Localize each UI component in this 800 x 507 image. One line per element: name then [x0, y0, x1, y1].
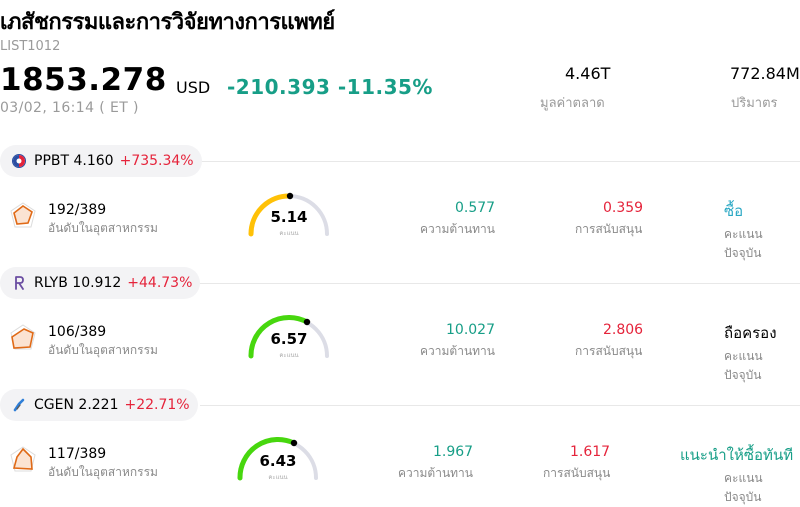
rank-radar-icon [10, 446, 36, 472]
resistance-value: 0.577 [455, 200, 496, 216]
rank-radar-icon [10, 202, 36, 228]
rank-radar-icon [10, 324, 36, 350]
market-cap-value: 4.46T [565, 64, 611, 83]
page-title: เภสัชกรรมและการวิจัยทางการแพทย์ [0, 10, 335, 35]
cgen-logo-icon [10, 396, 28, 414]
recommendation-value: แนะนำให้ซื้อทันที [680, 446, 794, 464]
score-label: คะแนน [279, 230, 299, 237]
rank-value: 117/389 [48, 446, 107, 462]
score-value: 6.57 [270, 330, 308, 348]
support-label: การสนับสนุน [575, 222, 643, 236]
support-value: 2.806 [603, 322, 644, 338]
stock-pill-cgen[interactable]: CGEN 2.221 +22.71% [0, 389, 198, 421]
index-change: -210.393 -11.35% [227, 75, 433, 99]
resistance-value: 10.027 [446, 322, 495, 338]
volume-value: 772.84M [730, 64, 800, 83]
support-label: การสนับสนุน [543, 466, 611, 480]
stock-pill-rlyb[interactable]: RLYB 10.912 +44.73% [0, 267, 201, 299]
currency-label: USD [176, 78, 211, 97]
ticker-label: PPBT 4.160 [34, 153, 114, 169]
rank-value: 106/389 [48, 324, 107, 340]
resistance-label: ความต้านทาน [398, 466, 473, 480]
resistance-label: ความต้านทาน [420, 222, 495, 236]
ppbt-logo-icon [10, 152, 28, 170]
rank-label: อันดับในอุตสาหกรรม [48, 343, 158, 357]
row-divider [200, 283, 800, 284]
score-label: คะแนน [279, 352, 299, 359]
recommendation-label: คะแนนปัจจุบัน [724, 471, 763, 504]
index-price: 1853.278 [0, 62, 167, 98]
resistance-label: ความต้านทาน [420, 344, 495, 358]
ticker-label: CGEN 2.221 [34, 397, 119, 413]
support-value: 0.359 [603, 200, 644, 216]
row-divider [200, 161, 800, 162]
ticker-change: +735.34% [119, 153, 194, 169]
timestamp: 03/02, 16:14 ( ET ) [0, 100, 139, 116]
recommendation-value: ถือครอง [724, 324, 777, 342]
rank-value: 192/389 [48, 202, 107, 218]
volume-label: ปริมาตร [731, 96, 778, 111]
stock-pill-ppbt[interactable]: PPBT 4.160 +735.34% [0, 145, 202, 177]
recommendation-label: คะแนนปัจจุบัน [724, 227, 763, 260]
score-label: คะแนน [268, 474, 288, 481]
rank-label: อันดับในอุตสาหกรรม [48, 221, 158, 235]
ticker-label: RLYB 10.912 [34, 275, 122, 291]
row-divider [200, 405, 800, 406]
rank-label: อันดับในอุตสาหกรรม [48, 465, 158, 479]
score-value: 5.14 [270, 208, 308, 226]
resistance-value: 1.967 [433, 444, 474, 460]
support-label: การสนับสนุน [575, 344, 643, 358]
score-value: 6.43 [259, 452, 297, 470]
index-code: LIST1012 [0, 39, 61, 54]
ticker-change: +22.71% [124, 397, 190, 413]
market-cap-label: มูลค่าตลาด [540, 96, 605, 111]
rlyb-logo-icon [10, 274, 28, 292]
ticker-change: +44.73% [127, 275, 193, 291]
support-value: 1.617 [570, 444, 611, 460]
recommendation-value: ซื้อ [724, 202, 744, 220]
recommendation-label: คะแนนปัจจุบัน [724, 349, 763, 382]
